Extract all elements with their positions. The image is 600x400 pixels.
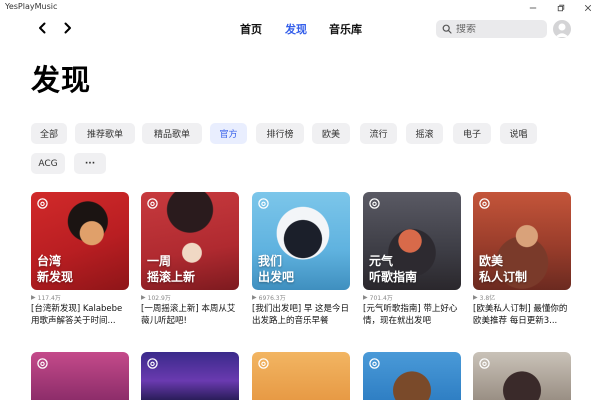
netease-logo-icon <box>258 198 269 209</box>
top-navbar: 首页 发现 音乐库 <box>0 16 600 42</box>
playlist-cover[interactable]: 一周 摇滚上新 <box>141 192 239 290</box>
netease-logo-icon <box>369 358 380 369</box>
play-icon: ▶ <box>473 294 478 301</box>
playlist-card[interactable] <box>473 352 571 400</box>
category-chip-western[interactable]: 欧美 <box>312 123 350 144</box>
tab-discover[interactable]: 发现 <box>285 21 307 37</box>
category-chip-all[interactable]: 全部 <box>31 123 67 144</box>
netease-logo-icon <box>147 358 158 369</box>
playlist-cover[interactable]: 台湾 新发现 <box>31 192 129 290</box>
chevron-left-icon <box>38 22 45 34</box>
playlist-cover-title: 台湾 新发现 <box>37 254 74 284</box>
chevron-right-icon <box>64 22 71 34</box>
page-title: 发现 <box>31 63 92 97</box>
playlist-cover-title: 我们 出发吧 <box>258 254 295 284</box>
play-count-value: 701.4万 <box>369 295 393 302</box>
minimize-button[interactable] <box>521 0 545 16</box>
playlist-card[interactable] <box>31 352 129 400</box>
window-titlebar: YesPlayMusic <box>0 0 600 16</box>
play-icon: ▶ <box>31 294 36 301</box>
user-avatar[interactable] <box>553 20 571 38</box>
forward-button[interactable] <box>59 20 75 36</box>
category-chip-recommended[interactable]: 推荐歌单 <box>75 123 135 144</box>
play-count-value: 3.8亿 <box>479 295 496 302</box>
play-count-value: 6976.3万 <box>258 295 286 302</box>
play-count: ▶ 701.4万 <box>363 293 461 302</box>
avatar-icon <box>555 23 569 37</box>
playlist-cover-title: 一周 摇滚上新 <box>147 254 196 284</box>
playlist-cover[interactable]: 元气 听歌指南 <box>363 192 461 290</box>
playlist-card[interactable]: 元气 听歌指南 ▶ 701.4万 [元气听歌指南] 带上好心情，现在就出发吧 <box>363 192 461 327</box>
play-icon: ▶ <box>363 294 368 301</box>
netease-logo-icon <box>37 358 48 369</box>
category-chip-rap[interactable]: 说唱 <box>500 123 537 144</box>
category-chip-rock[interactable]: 摇滚 <box>406 123 443 144</box>
playlist-cover[interactable]: 我们 出发吧 <box>252 192 350 290</box>
category-chip-acg[interactable]: ACG <box>31 153 65 174</box>
playlist-name[interactable]: [我们出发吧] 早 这是今日出发路上的音乐早餐 <box>252 303 350 327</box>
play-count: ▶ 102.9万 <box>141 293 239 302</box>
playlist-cover[interactable] <box>252 352 350 400</box>
playlist-name[interactable]: [欧美私人订制] 最懂你的欧美推荐 每日更新3... <box>473 303 571 327</box>
play-count: ▶ 3.8亿 <box>473 293 571 302</box>
tab-library[interactable]: 音乐库 <box>329 21 362 37</box>
play-icon: ▶ <box>252 294 257 301</box>
netease-logo-icon <box>37 198 48 209</box>
playlist-name[interactable]: [台湾新发现] Kalabebe 用歌声解答关于时间... <box>31 303 129 327</box>
category-chip-pop[interactable]: 流行 <box>360 123 397 144</box>
close-button[interactable] <box>576 0 600 16</box>
restore-icon <box>557 4 565 12</box>
category-chip-quality[interactable]: 精品歌单 <box>142 123 202 144</box>
minimize-icon <box>529 7 537 9</box>
playlist-cover[interactable] <box>473 352 571 400</box>
playlist-card[interactable]: 欧美 私人订制 ▶ 3.8亿 [欧美私人订制] 最懂你的欧美推荐 每日更新3... <box>473 192 571 327</box>
playlist-card[interactable]: 台湾 新发现 ▶ 117.4万 [台湾新发现] Kalabebe 用歌声解答关于时… <box>31 192 129 327</box>
back-button[interactable] <box>34 20 50 36</box>
playlist-cover[interactable] <box>31 352 129 400</box>
playlist-card[interactable] <box>252 352 350 400</box>
category-chip-official[interactable]: 官方 <box>210 123 247 144</box>
netease-logo-icon <box>258 358 269 369</box>
play-count-value: 117.4万 <box>37 295 61 302</box>
category-chip-charts[interactable]: 排行榜 <box>256 123 304 144</box>
playlist-cover-title: 欧美 私人订制 <box>479 254 528 284</box>
playlist-card[interactable] <box>363 352 461 400</box>
play-count: ▶ 117.4万 <box>31 293 129 302</box>
category-chip-electronic[interactable]: 电子 <box>453 123 491 144</box>
search-icon <box>442 24 452 34</box>
search-input[interactable] <box>456 23 536 35</box>
playlist-name[interactable]: [一周摇滚上新] 本周从艾薇儿听起吧! <box>141 303 239 327</box>
netease-logo-icon <box>369 198 380 209</box>
play-count-value: 102.9万 <box>147 295 171 302</box>
app-title: YesPlayMusic <box>5 2 58 11</box>
netease-logo-icon <box>147 198 158 209</box>
playlist-cover-title: 元气 听歌指南 <box>369 254 418 284</box>
netease-logo-icon <box>479 198 490 209</box>
playlist-card[interactable] <box>141 352 239 400</box>
playlist-cover[interactable]: 欧美 私人订制 <box>473 192 571 290</box>
more-categories-button[interactable]: ··· <box>74 153 106 174</box>
playlist-cover[interactable] <box>363 352 461 400</box>
playlist-name[interactable]: [元气听歌指南] 带上好心情，现在就出发吧 <box>363 303 461 327</box>
close-icon <box>584 4 592 12</box>
search-box[interactable] <box>436 20 547 38</box>
playlist-cover[interactable] <box>141 352 239 400</box>
maximize-button[interactable] <box>549 0 573 16</box>
play-count: ▶ 6976.3万 <box>252 293 350 302</box>
playlist-card[interactable]: 一周 摇滚上新 ▶ 102.9万 [一周摇滚上新] 本周从艾薇儿听起吧! <box>141 192 239 327</box>
tab-home[interactable]: 首页 <box>240 21 262 37</box>
play-icon: ▶ <box>141 294 146 301</box>
playlist-card[interactable]: 我们 出发吧 ▶ 6976.3万 [我们出发吧] 早 这是今日出发路上的音乐早餐 <box>252 192 350 327</box>
netease-logo-icon <box>479 358 490 369</box>
